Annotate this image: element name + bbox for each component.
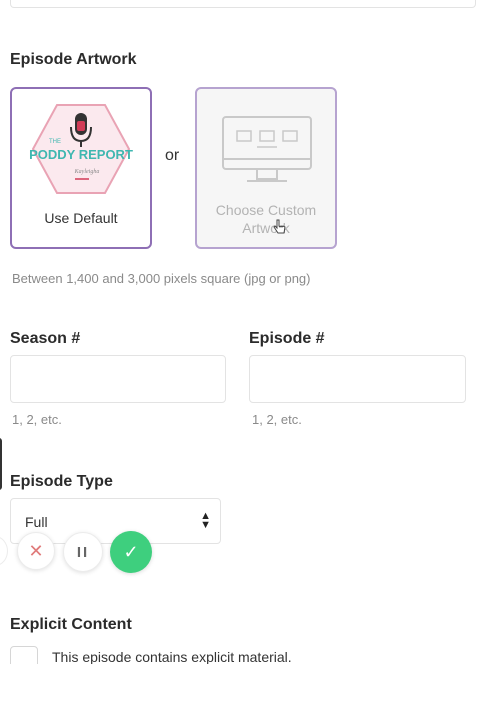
episode-number-input[interactable] — [249, 355, 466, 403]
explicit-content-checkbox-label: This episode contains explicit material. — [52, 649, 292, 665]
use-default-artwork-card[interactable]: THE PODDY REPORT Kayleigha Use Default — [10, 87, 152, 249]
hand-cursor-icon — [273, 219, 286, 234]
episode-type-label: Episode Type — [10, 473, 113, 490]
episode-number-label: Episode # — [249, 330, 325, 347]
logo-subtitle: Kayleigha — [74, 169, 100, 175]
screen-edge-handle — [0, 438, 2, 490]
episode-type-selected-value: Full — [25, 514, 48, 530]
or-separator: or — [165, 147, 180, 164]
use-default-label: Use Default — [44, 210, 118, 226]
season-hint: 1, 2, etc. — [12, 412, 62, 427]
episode-artwork-heading: Episode Artwork — [10, 51, 137, 68]
logo-small-text: THE — [49, 139, 61, 145]
explicit-content-heading: Explicit Content — [10, 616, 132, 633]
check-icon: ✓ — [123, 541, 139, 562]
pause-recording-button[interactable]: II — [63, 532, 103, 572]
monitor-artwork-icon — [222, 116, 312, 182]
close-icon: ✕ — [28, 540, 44, 561]
select-arrows-icon: ▲ ▼ — [200, 510, 211, 531]
episode-number-hint: 1, 2, etc. — [252, 412, 302, 427]
choose-custom-artwork-card[interactable]: Choose Custom Artwork — [195, 87, 337, 249]
recorder-extra-button[interactable] — [0, 536, 8, 566]
bottom-blank-area — [0, 664, 478, 706]
pause-icon: II — [76, 543, 90, 561]
poddy-report-logo: THE PODDY REPORT Kayleigha — [29, 104, 133, 194]
artwork-size-hint: Between 1,400 and 3,000 pixels square (j… — [12, 271, 311, 286]
logo-title: PODDY REPORT — [29, 147, 133, 162]
season-label: Season # — [10, 330, 81, 347]
season-input[interactable] — [10, 355, 226, 403]
cancel-recording-button[interactable]: ✕ — [17, 532, 55, 570]
confirm-recording-button[interactable]: ✓ — [110, 531, 152, 573]
previous-input-field[interactable] — [10, 0, 476, 8]
choose-custom-label: Choose Custom Artwork — [215, 202, 317, 236]
